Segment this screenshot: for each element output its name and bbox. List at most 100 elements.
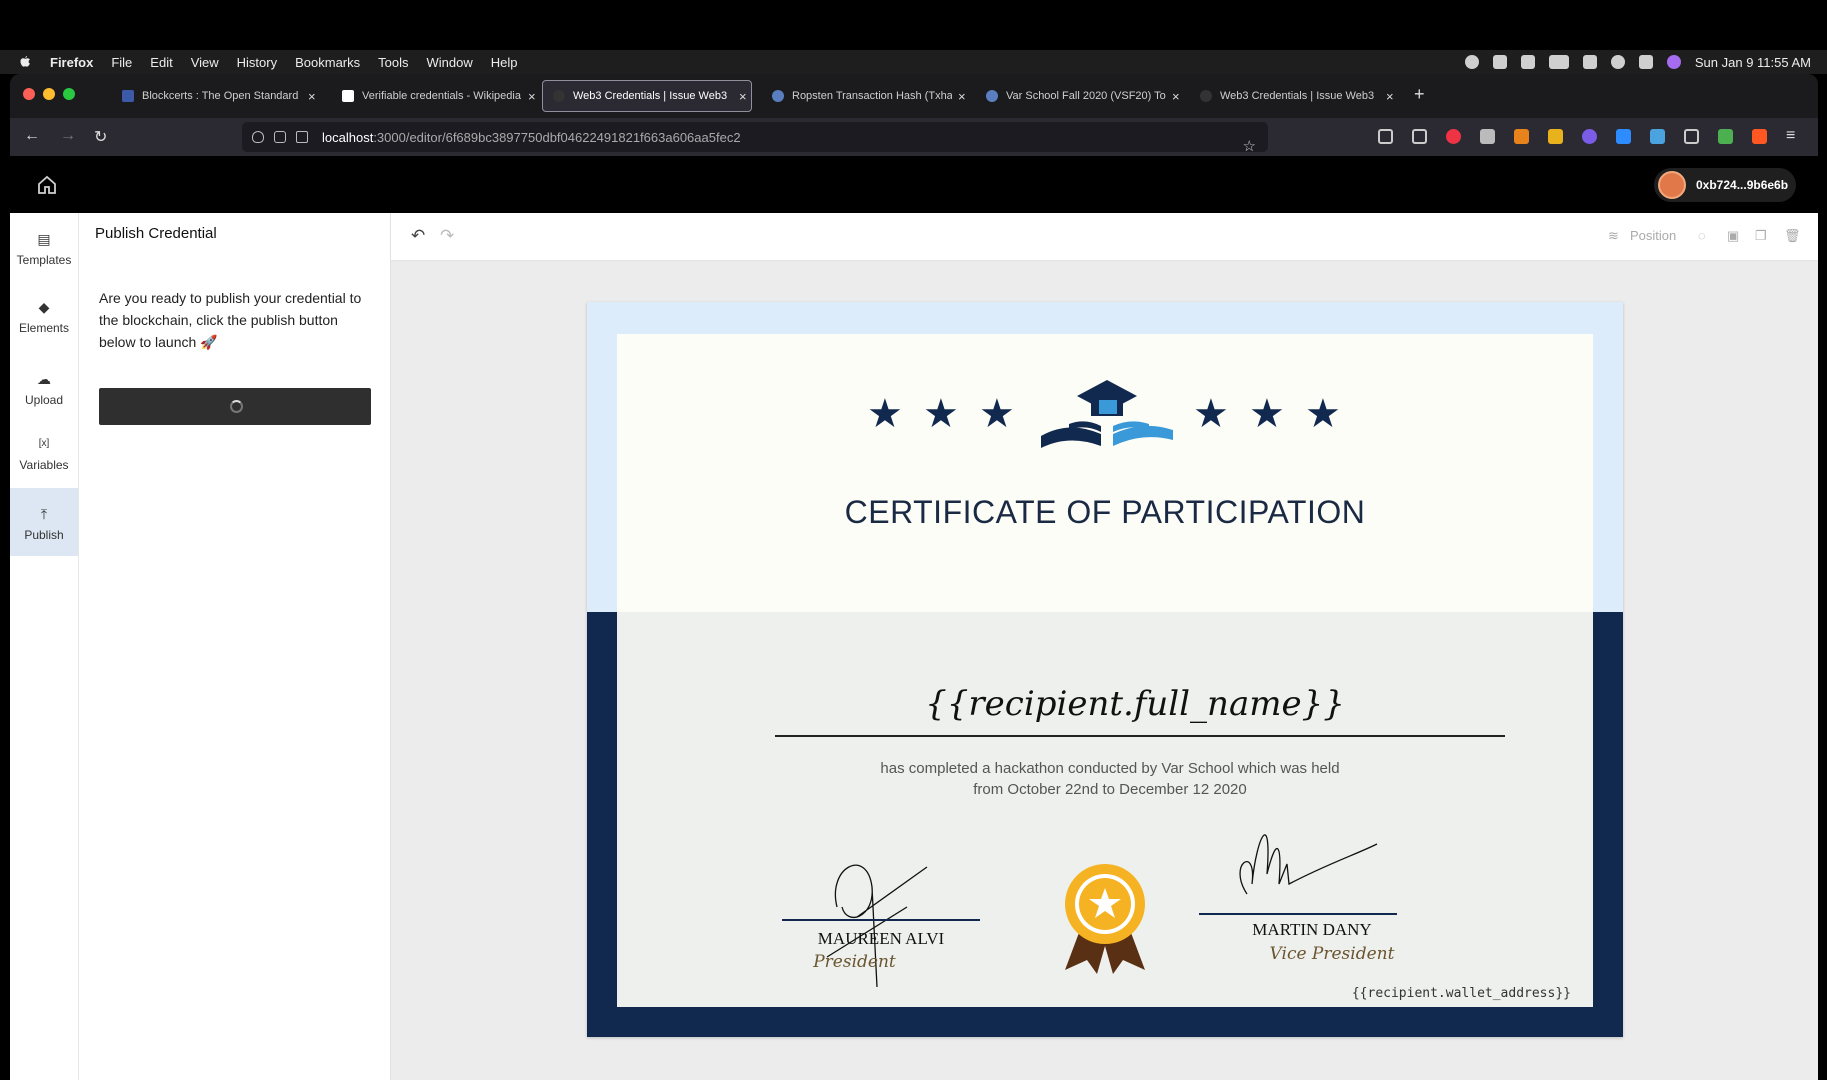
window-close-button[interactable] bbox=[23, 88, 35, 100]
control-center-icon[interactable] bbox=[1638, 55, 1653, 69]
tab-close-icon[interactable]: × bbox=[739, 89, 747, 104]
etherscan-favicon-icon bbox=[772, 90, 784, 102]
page-info-icon[interactable] bbox=[274, 131, 286, 143]
publish-icon: ⤒ bbox=[40, 506, 48, 522]
wallet-address-placeholder[interactable]: {{recipient.wallet_address}} bbox=[1352, 986, 1571, 1001]
menu-app-firefox[interactable]: Firefox bbox=[50, 55, 93, 70]
web3-favicon-icon bbox=[1200, 90, 1212, 102]
siri-icon[interactable] bbox=[1666, 55, 1681, 69]
menu-bookmarks[interactable]: Bookmarks bbox=[295, 55, 360, 70]
redo-icon[interactable]: ↷ bbox=[440, 226, 454, 246]
menu-view[interactable]: View bbox=[191, 55, 219, 70]
extension-c-icon[interactable] bbox=[1446, 129, 1461, 144]
browser-tab[interactable]: Blockcerts : The Open Standard × bbox=[112, 80, 322, 112]
url-host: localhost bbox=[322, 129, 374, 145]
certificate-canvas[interactable]: ★ ★ ★ ★ ★ ★ CERTIFICATE OF PARTICIPATION… bbox=[587, 302, 1623, 1037]
new-tab-plus-icon[interactable]: + bbox=[1414, 84, 1425, 105]
spotlight-search-icon[interactable] bbox=[1610, 55, 1625, 69]
menu-file[interactable]: File bbox=[111, 55, 132, 70]
extension-icon[interactable] bbox=[1752, 129, 1767, 144]
tab-title: Web3 Credentials | Issue Web3 bbox=[573, 90, 728, 102]
star-icon: ★ bbox=[1305, 392, 1341, 436]
elements-icon: ◆ bbox=[38, 299, 50, 315]
hamburger-menu-icon[interactable]: ≡ bbox=[1786, 127, 1795, 145]
sidebar-item-label: Elements bbox=[18, 321, 70, 335]
editor-toolbar: ↶ ↷ ≋ Position ◌ ▣ ❐ 🗑 bbox=[391, 213, 1818, 261]
extension-icon[interactable] bbox=[1718, 129, 1733, 144]
browser-tab-active[interactable]: Web3 Credentials | Issue Web3 × bbox=[542, 80, 752, 112]
award-ribbon-badge-icon bbox=[1065, 864, 1145, 974]
zoom-extension-icon[interactable] bbox=[1616, 129, 1631, 144]
undo-icon[interactable]: ↶ bbox=[411, 226, 425, 246]
opacity-icon[interactable]: ◌ bbox=[1698, 228, 1706, 243]
menu-window[interactable]: Window bbox=[427, 55, 473, 70]
signer-name[interactable]: MARTIN DANY bbox=[1227, 920, 1397, 940]
layers-icon[interactable]: ≋ bbox=[1608, 228, 1619, 244]
sidebar-item-templates[interactable]: ▤ Templates bbox=[10, 213, 78, 279]
reload-icon[interactable]: ↻ bbox=[94, 127, 107, 147]
tracking-shield-icon[interactable] bbox=[252, 131, 264, 143]
sidebar-item-publish[interactable]: ⤒ Publish bbox=[10, 488, 78, 556]
sidebar-item-elements[interactable]: ◆ Elements bbox=[10, 281, 78, 347]
home-icon[interactable] bbox=[36, 174, 58, 196]
signer-role[interactable]: Vice President bbox=[1227, 944, 1437, 964]
extension-icon[interactable] bbox=[1582, 129, 1597, 144]
tab-close-icon[interactable]: × bbox=[308, 89, 316, 104]
menu-tools[interactable]: Tools bbox=[378, 55, 408, 70]
browser-tab[interactable]: Web3 Credentials | Issue Web3 × bbox=[1190, 80, 1400, 112]
window-zoom-button[interactable] bbox=[63, 88, 75, 100]
tab-close-icon[interactable]: × bbox=[528, 89, 536, 104]
extension-v-icon[interactable] bbox=[1480, 129, 1495, 144]
dropbox-icon[interactable] bbox=[1492, 55, 1507, 69]
duplicate-icon[interactable]: ❐ bbox=[1755, 228, 1767, 244]
volume-icon[interactable] bbox=[1520, 55, 1535, 69]
react-devtools-icon[interactable] bbox=[1650, 129, 1665, 144]
metamask-icon[interactable] bbox=[1514, 129, 1529, 144]
templates-icon: ▤ bbox=[37, 231, 51, 247]
url-path: :3000/editor/6f689bc3897750dbf0462249182… bbox=[373, 129, 741, 145]
recipient-name-underline bbox=[775, 735, 1505, 737]
sidebar-item-variables[interactable]: [x] Variables bbox=[10, 418, 78, 484]
sidebar-item-label: Variables bbox=[19, 458, 69, 472]
account-address: 0xb724...9b6e6b bbox=[1696, 178, 1789, 192]
window-minimize-button[interactable] bbox=[43, 88, 55, 100]
wallet-account-button[interactable]: 0xb724...9b6e6b bbox=[1654, 168, 1796, 202]
wifi-icon[interactable] bbox=[1582, 55, 1597, 69]
trash-icon[interactable]: 🗑 bbox=[1784, 228, 1801, 244]
menu-help[interactable]: Help bbox=[491, 55, 518, 70]
extension-icon[interactable] bbox=[1684, 129, 1699, 144]
publish-button[interactable] bbox=[99, 388, 371, 425]
menu-history[interactable]: History bbox=[237, 55, 277, 70]
record-status-icon[interactable] bbox=[1464, 55, 1479, 69]
signer-name[interactable]: MAUREEN ALVI bbox=[782, 929, 980, 949]
position-button[interactable]: Position bbox=[1630, 228, 1676, 243]
tab-close-icon[interactable]: × bbox=[958, 89, 966, 104]
lock-icon[interactable]: ▣ bbox=[1727, 228, 1739, 244]
certificate-title[interactable]: CERTIFICATE OF PARTICIPATION bbox=[587, 494, 1623, 531]
star-icon: ★ bbox=[979, 392, 1015, 436]
signer-role[interactable]: President bbox=[782, 952, 927, 972]
downloads-icon[interactable] bbox=[1412, 129, 1427, 144]
menubar-clock[interactable]: Sun Jan 9 11:55 AM bbox=[1695, 55, 1811, 70]
menu-edit[interactable]: Edit bbox=[150, 55, 172, 70]
browser-tab-bar: Blockcerts : The Open Standard × Verifia… bbox=[10, 74, 1818, 118]
forward-arrow-icon[interactable]: → bbox=[60, 127, 76, 145]
battery-icon[interactable] bbox=[1548, 55, 1569, 69]
url-bar[interactable]: localhost:3000/editor/6f689bc3897750dbf0… bbox=[242, 122, 1268, 155]
sidebar-item-label: Publish bbox=[24, 528, 64, 542]
browser-tab[interactable]: Ropsten Transaction Hash (Txhash) × bbox=[762, 80, 972, 112]
certificate-description[interactable]: has completed a hackathon conducted by V… bbox=[587, 758, 1623, 800]
extension-icon[interactable] bbox=[1548, 129, 1563, 144]
apple-icon[interactable] bbox=[18, 55, 32, 69]
sidebar-item-label: Templates bbox=[16, 253, 72, 267]
browser-tab[interactable]: Var School Fall 2020 (VSF20) Token × bbox=[976, 80, 1186, 112]
sidebar-item-upload[interactable]: ☁ Upload bbox=[10, 353, 78, 419]
recipient-name-placeholder[interactable]: {{recipient.full_name}} bbox=[587, 684, 1623, 724]
pocket-icon[interactable] bbox=[1378, 129, 1393, 144]
back-arrow-icon[interactable]: ← bbox=[24, 127, 40, 145]
permissions-icon[interactable] bbox=[296, 131, 308, 143]
screen-top-bezel bbox=[0, 0, 1827, 50]
tab-close-icon[interactable]: × bbox=[1386, 89, 1394, 104]
browser-tab[interactable]: Verifiable credentials - Wikipedia × bbox=[332, 80, 542, 112]
tab-close-icon[interactable]: × bbox=[1172, 89, 1180, 104]
